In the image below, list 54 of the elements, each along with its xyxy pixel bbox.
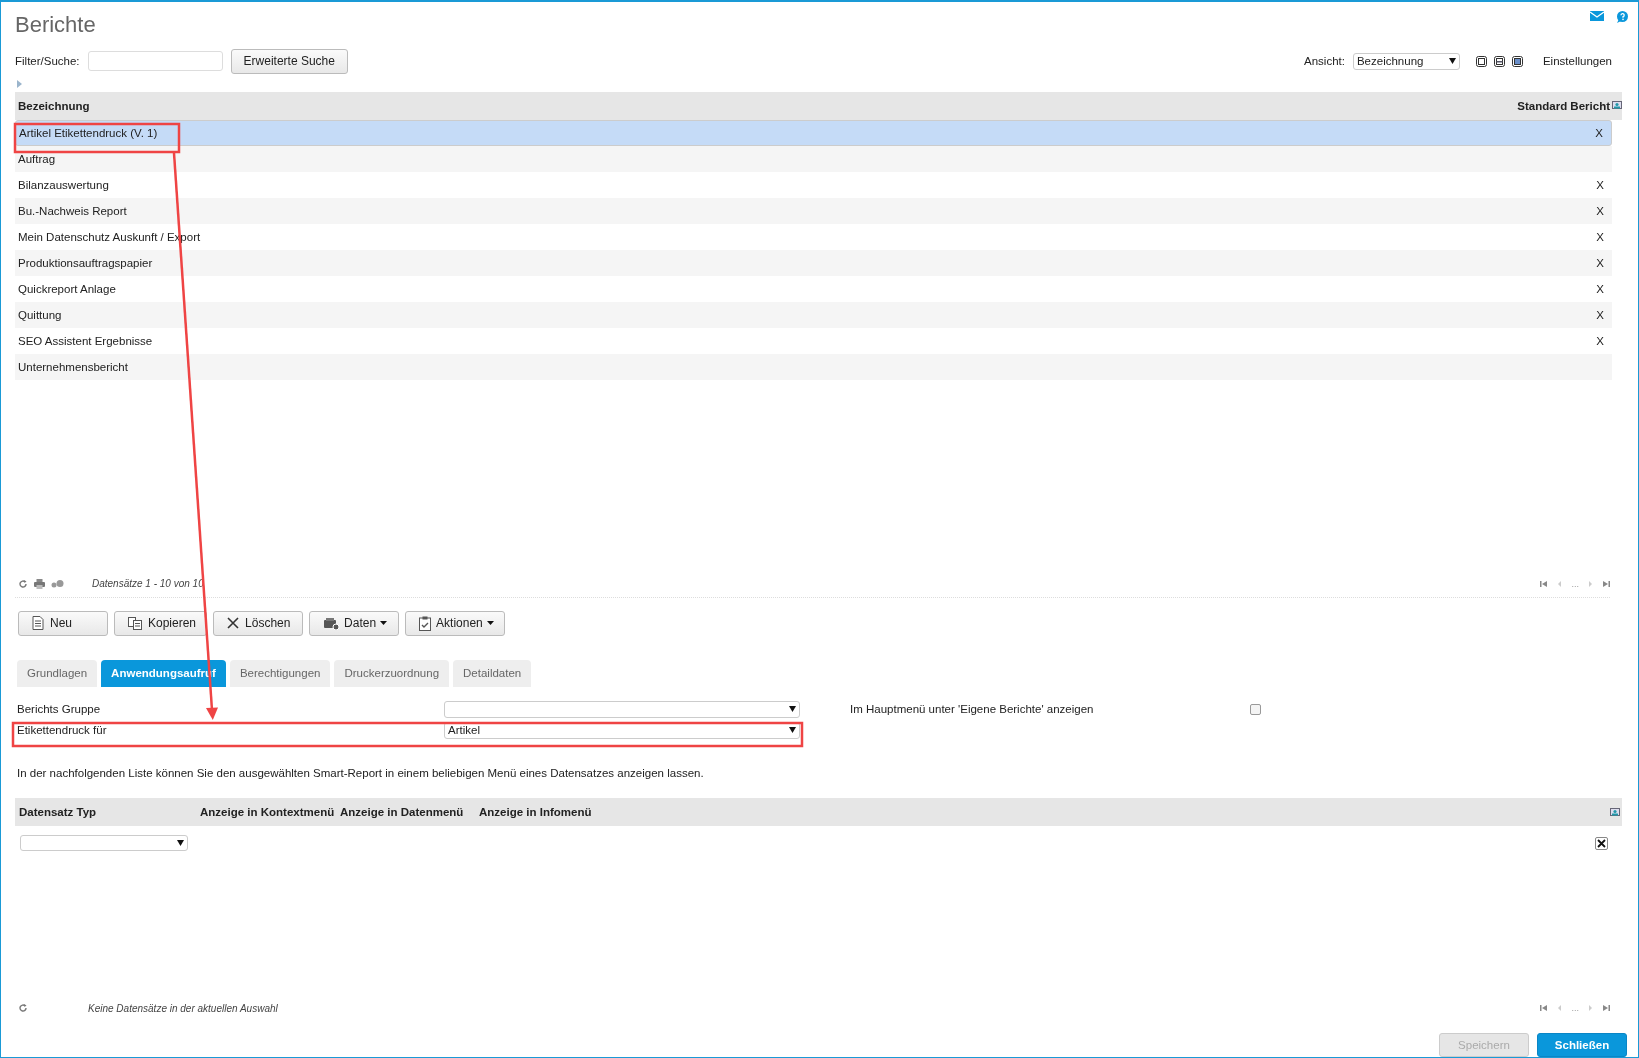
- toolbar-button[interactable]: Daten: [309, 610, 400, 636]
- tab[interactable]: Grundlagen: [17, 660, 98, 687]
- advanced-search-button[interactable]: Erweiterte Suche: [230, 48, 348, 74]
- toolbar-button[interactable]: Neu: [18, 610, 108, 636]
- view-select[interactable]: Bezeichnung: [1352, 52, 1460, 70]
- column-header[interactable]: Bezeichnung: [18, 99, 90, 112]
- report-name: Bu.-Nachweis Report: [18, 204, 127, 217]
- standard-mark: X: [1596, 230, 1604, 243]
- standard-mark: X: [1596, 178, 1604, 191]
- field-label: Berichts Gruppe: [16, 703, 102, 716]
- table-row[interactable]: Unternehmensbericht: [15, 353, 1612, 380]
- standard-mark: X: [1596, 282, 1604, 295]
- standard-mark: X: [1596, 256, 1604, 269]
- field-label: Etikettendruck für: [16, 724, 108, 737]
- table-row[interactable]: Auftrag: [15, 145, 1612, 172]
- view-label: Ansicht:: [1304, 55, 1345, 68]
- standard-mark: X: [1595, 126, 1603, 139]
- pager-ellipsis: ...: [1571, 578, 1579, 589]
- toolbar-button[interactable]: Aktionen: [405, 610, 505, 636]
- filter-label: Filter/Suche:: [15, 55, 80, 68]
- report-name: Auftrag: [18, 152, 56, 165]
- report-name: Artikel Etikettendruck (V. 1): [19, 126, 158, 139]
- report-name: Quittung: [18, 308, 62, 321]
- report-name: Produktionsauftragspapier: [18, 256, 153, 269]
- table-row[interactable]: Produktionsauftragspapier X: [15, 249, 1612, 276]
- table-row[interactable]: Artikel Etikettendruck (V. 1) X: [15, 119, 1612, 146]
- column-header[interactable]: Datensatz Typ: [15, 806, 200, 819]
- column-header[interactable]: Standard Bericht: [1517, 99, 1610, 112]
- column-header[interactable]: Anzeige in Infomenü: [479, 806, 592, 819]
- column-header[interactable]: Anzeige in Kontextmenü: [200, 806, 340, 819]
- table-row[interactable]: Quickreport Anlage X: [15, 275, 1612, 302]
- standard-mark: X: [1596, 308, 1604, 321]
- settings-link[interactable]: Einstellungen: [1542, 55, 1612, 68]
- checkbox-label: Im Hauptmenü unter 'Eigene Berichte' anzeigen: [850, 703, 1095, 716]
- table-row[interactable]: Bilanzauswertung X: [15, 171, 1612, 198]
- table-row[interactable]: Quittung X: [15, 301, 1612, 328]
- report-name: SEO Assistent Ergebnisse: [18, 334, 153, 347]
- tab[interactable]: Detaildaten: [453, 660, 532, 687]
- standard-mark: X: [1596, 334, 1604, 347]
- info-text: In der nachfolgenden Liste können Sie den ausgewählten Smart-Report in einem beliebigen Menü eines Datensatzes anzeigen lassen.: [17, 767, 705, 781]
- toolbar-button[interactable]: Löschen: [213, 610, 304, 636]
- pager-ellipsis: ...: [1571, 1003, 1579, 1014]
- report-name: Quickreport Anlage: [18, 282, 116, 295]
- report-name: Bilanzauswertung: [18, 178, 109, 191]
- table-row[interactable]: Bu.-Nachweis Report X: [15, 197, 1612, 224]
- tab[interactable]: Druckerzuordnung: [334, 660, 450, 687]
- toolbar-button[interactable]: Kopieren: [114, 610, 208, 636]
- standard-mark: X: [1596, 204, 1604, 217]
- report-name: Unternehmensbericht: [18, 360, 128, 373]
- column-header[interactable]: Anzeige in Datenmenü: [340, 806, 479, 819]
- table-row[interactable]: SEO Assistent Ergebnisse X: [15, 327, 1612, 354]
- tab[interactable]: Berechtigungen: [229, 660, 331, 687]
- page-title: Berichte: [15, 12, 96, 38]
- record-count: Keine Datensätze in der aktuellen Auswahl: [88, 1002, 278, 1014]
